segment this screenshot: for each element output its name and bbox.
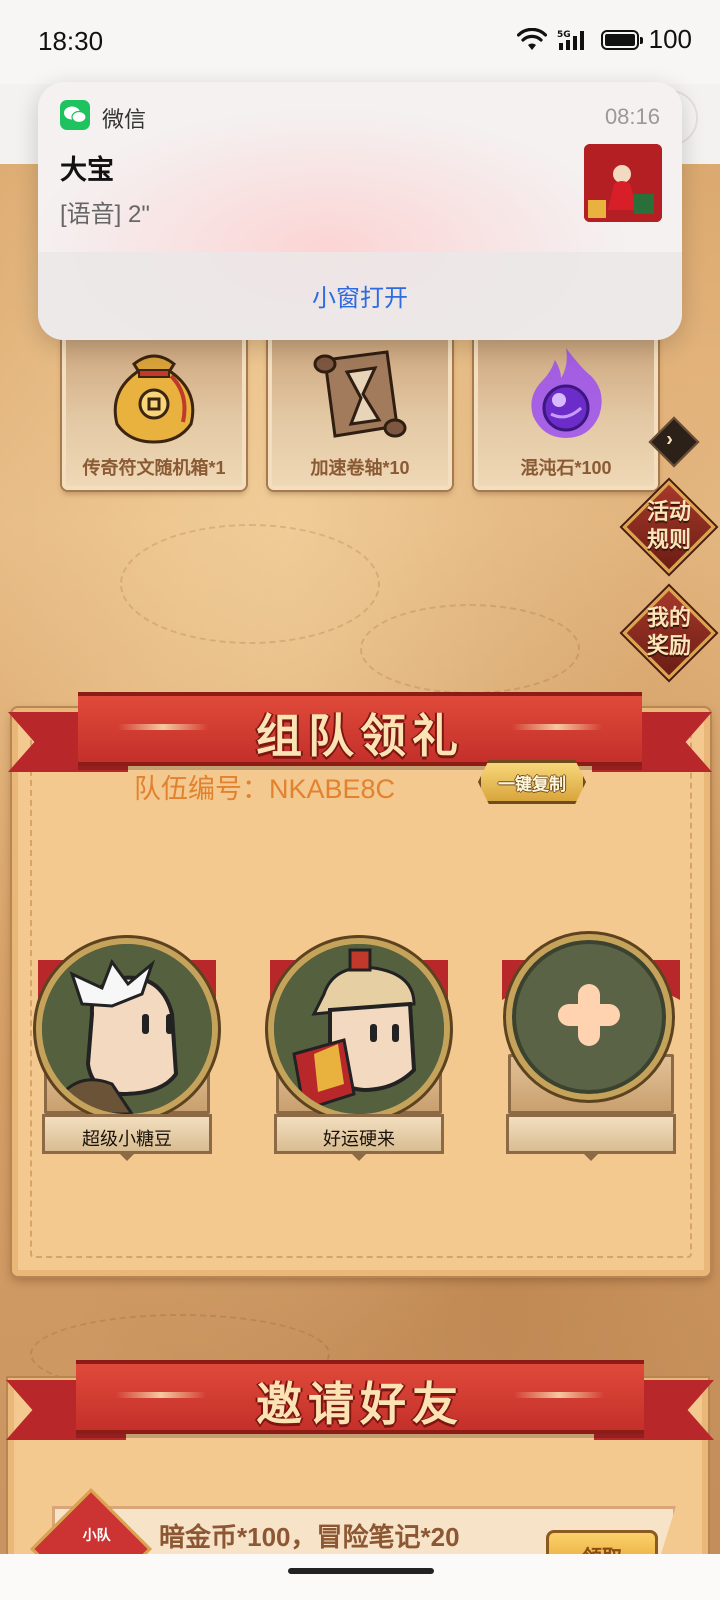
battery-level: 100 (648, 24, 692, 54)
wechat-icon (60, 100, 90, 130)
activity-rules-label: 活动规则 (646, 499, 691, 552)
my-rewards-button[interactable]: 我的奖励 (622, 586, 716, 680)
my-rewards-label: 我的奖励 (646, 605, 691, 658)
team-section-title: 组队领礼 (256, 710, 464, 762)
notification-time: 08:16 (604, 104, 660, 129)
hourglass-scroll-icon (313, 350, 407, 438)
member-avatar-icon (42, 944, 212, 1114)
reward-card-speed-scroll[interactable]: 加速卷轴*10 (268, 328, 452, 490)
team-member-slot[interactable]: 好运硬来 (266, 934, 452, 1161)
reward-card-rune-box[interactable]: 传奇符文随机箱*1 (62, 328, 246, 490)
status-icons: 5G 100 (516, 24, 692, 55)
plus-icon-vertical (578, 984, 600, 1046)
open-in-small-window-button[interactable]: 小窗打开 (38, 278, 682, 313)
svg-text:5G: 5G (557, 30, 571, 40)
copy-team-number-button[interactable]: 一键复制 (478, 760, 586, 804)
reward-label: 传奇符文随机箱*1 (82, 458, 226, 478)
battery-icon (600, 29, 643, 50)
notification-message: [语音] 2" (60, 201, 150, 228)
member-avatar (36, 938, 218, 1120)
member-avatar-icon (274, 944, 444, 1114)
map-decoration (360, 604, 580, 694)
wifi-icon (516, 27, 547, 50)
reward-card-chaos-stone[interactable]: 混沌石*100 (474, 328, 658, 490)
5g-signal-icon: 5G (557, 30, 584, 50)
member-name: 好运硬来 (323, 1129, 395, 1149)
invite-section-banner: 邀请好友 (6, 1360, 714, 1440)
add-member-button[interactable] (506, 934, 672, 1100)
status-time: 18:30 (38, 26, 104, 56)
activity-rules-button[interactable]: 活动规则 (622, 480, 716, 574)
coin-bag-icon (113, 354, 195, 444)
map-decoration (120, 524, 380, 644)
home-indicator[interactable] (288, 1568, 434, 1574)
small-team-label: 小队 (82, 1526, 111, 1543)
invite-reward-text: 暗金币*100，冒险笔记*20 (159, 1522, 460, 1552)
reward-label: 混沌石*100 (520, 458, 612, 478)
team-member-slot[interactable]: 超级小糖豆 (34, 934, 220, 1161)
team-section-banner: 组队领礼 (8, 692, 712, 772)
member-name: 超级小糖豆 (82, 1129, 172, 1149)
notification-sender: 大宝 (60, 155, 114, 185)
copy-button-label: 一键复制 (498, 775, 566, 794)
status-bar: 18:30 5G 100 (0, 0, 720, 84)
member-avatar (268, 938, 450, 1120)
notification-thumbnail (584, 144, 662, 222)
navigation-bar (0, 1554, 720, 1600)
wechat-logo-icon (64, 106, 87, 124)
team-number: 队伍编号：NKABE8C (134, 774, 396, 804)
invite-section-title: 邀请好友 (256, 1378, 464, 1430)
chaos-stone-icon (531, 348, 602, 438)
chevron-right-icon: › (666, 428, 673, 451)
add-member-slot[interactable] (498, 934, 684, 1161)
empty-name-plate (506, 1114, 676, 1154)
notification-app-name: 微信 (102, 107, 147, 132)
reward-label: 加速卷轴*10 (310, 458, 410, 478)
wechat-notification[interactable]: 微信 08:16 大宝 [语音] 2" 小窗打开 (38, 82, 682, 340)
